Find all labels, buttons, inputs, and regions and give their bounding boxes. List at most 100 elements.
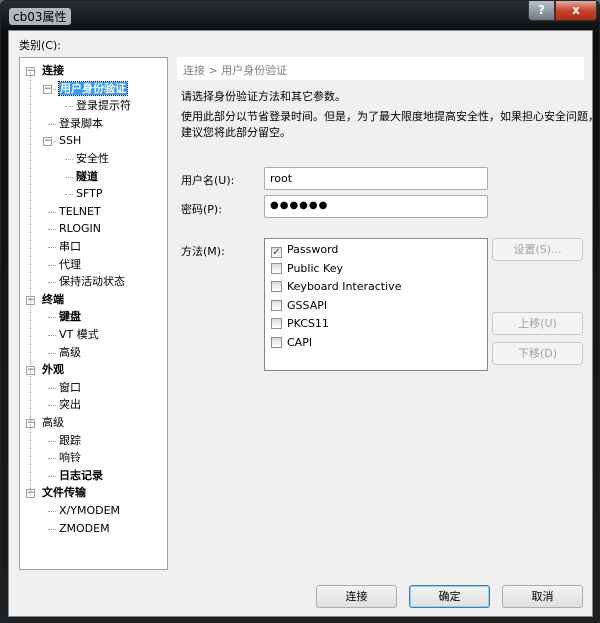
tree-connector [48,405,56,407]
tree-item[interactable]: 隧道 [76,169,98,185]
tree-connector [65,194,73,196]
tree-item[interactable]: 代理 [59,257,81,273]
method-list[interactable]: ✓ Password Public Key Keyboard Interactive G… [264,238,488,371]
checkbox[interactable] [271,337,282,348]
method-item[interactable]: Keyboard Interactive [271,279,401,295]
tree-item[interactable]: 跟踪 [59,433,81,449]
tree-item[interactable]: 安全性 [76,151,109,167]
move-down-button[interactable]: 下移(D) [492,342,583,365]
checkbox[interactable]: ✓ [271,247,282,258]
dialog-window: cb03属性 ? x 类别(C): 连接 − 用户身份验证 − 登录提示符 登录脚本 SSH… [0,0,600,623]
window-title: cb03属性 [9,8,71,25]
tree-item[interactable]: 窗口 [59,380,81,396]
tree-item-label: 串口 [59,240,81,253]
tree-connector [48,282,56,284]
tree-connector [48,335,56,336]
tree-item[interactable]: 日志记录 [59,468,103,484]
method-item[interactable]: GSSAPI [271,298,327,314]
tree-item-label: 连接 [42,64,64,77]
checkbox[interactable] [271,281,282,293]
tree-item[interactable]: SSH [59,133,81,149]
tree-connector [65,159,73,160]
tree-connector [65,176,73,178]
tree-item-label: 窗口 [59,380,81,394]
method-item[interactable]: ✓ Password [271,242,338,258]
ok-button[interactable]: 确定 [409,585,490,608]
help-button[interactable]: ? [528,1,555,21]
tree-item-label: 跟踪 [59,433,81,447]
description-text: 请选择身份验证方法和其它参数。 [181,90,346,103]
tree-connector [48,511,56,512]
checkbox[interactable] [271,318,282,330]
checkbox[interactable] [271,262,282,274]
tree-item[interactable]: 保持活动状态 [59,274,125,290]
tree-connector [48,229,56,231]
breadcrumb: 连接 > 用户身份验证 [177,57,584,80]
tree-item-label: 登录脚本 [59,116,103,130]
tree-item-label: VT 模式 [59,328,99,341]
collapse-icon[interactable]: − [43,84,52,94]
cancel-button[interactable]: 取消 [502,585,583,608]
move-up-button[interactable]: 上移(U) [492,312,583,335]
tree-item-label: 保持活动状态 [59,275,125,289]
settings-button[interactable]: 设置(S)... [492,238,583,261]
tree-item[interactable]: 用户身份验证 [58,80,128,97]
tree-item[interactable]: 高级 [59,345,81,361]
description-text: 使用此部分以节省登录时间。但是，为了最大限度地提高安全性，如果担心安全问题， [181,110,599,123]
tree-connector [30,72,31,495]
tree-item-label: SSH [59,134,82,148]
collapse-icon[interactable]: − [43,137,52,147]
tree-item[interactable]: 连接 [42,63,64,79]
tree-item[interactable]: ZMODEM [59,521,110,537]
tree-connector [48,317,56,319]
username-input[interactable]: root [264,167,488,190]
tree-item-label: RLOGIN [59,222,102,236]
tree-item-label: 代理 [59,257,81,271]
tree-item[interactable]: 高级 [42,415,64,431]
close-button[interactable]: x [555,1,597,21]
category-tree[interactable]: 连接 − 用户身份验证 − 登录提示符 登录脚本 SSH − 安全性 隧道 SFTP TELNET RL… [19,57,168,570]
method-label: 方法(M): [181,245,225,258]
tree-item-label: 日志记录 [59,468,103,482]
username-label: 用户名(U): [181,174,235,187]
tree-item[interactable]: 文件传输 [42,485,86,501]
tree-item[interactable]: 外观 [42,362,64,378]
method-item[interactable]: Public Key [271,261,343,277]
tree-connector [48,211,56,213]
dialog-client: 类别(C): 连接 − 用户身份验证 − 登录提示符 登录脚本 SSH − 安全性 隧道 SFTP T… [8,30,599,617]
tree-connector [65,106,73,108]
tree-item[interactable]: TELNET [59,204,101,220]
checkbox[interactable] [271,299,282,311]
tree-item[interactable]: 响铃 [59,450,81,466]
tree-item-label: 登录提示符 [76,99,131,113]
tree-item-label: 突出 [59,398,81,412]
tree-connector [48,528,56,530]
tree-connector [48,123,56,125]
tree-connector [48,247,56,248]
tree-connector [48,475,56,477]
tree-item-label: ZMODEM [59,521,110,535]
tree-item[interactable]: SFTP [76,186,102,202]
tree-connector [48,352,56,354]
method-item[interactable]: PKCS11 [271,316,329,332]
tree-item[interactable]: RLOGIN [59,221,101,237]
method-label: Password [287,243,339,256]
tree-item[interactable]: VT 模式 [59,327,99,343]
tree-item-label: SFTP [76,187,103,201]
tree-item[interactable]: 键盘 [59,309,81,325]
tree-item[interactable]: X/YMODEM [59,503,120,519]
tree-item[interactable]: 终端 [42,292,64,308]
tree-item-label: 键盘 [59,310,81,324]
tree-item[interactable]: 登录提示符 [76,98,131,114]
tree-item-label: 外观 [42,363,64,377]
connect-button[interactable]: 连接 [316,585,397,608]
tree-connector [48,458,56,460]
tree-item[interactable]: 突出 [59,397,81,413]
password-input[interactable]: ●●●●●● [264,195,488,218]
tree-item[interactable]: 串口 [59,239,81,255]
method-label: Keyboard Interactive [287,280,402,294]
method-item[interactable]: CAPI [271,335,312,351]
tree-item-label: 高级 [42,416,64,429]
tree-item[interactable]: 登录脚本 [59,116,103,132]
method-label: PKCS11 [287,317,329,331]
